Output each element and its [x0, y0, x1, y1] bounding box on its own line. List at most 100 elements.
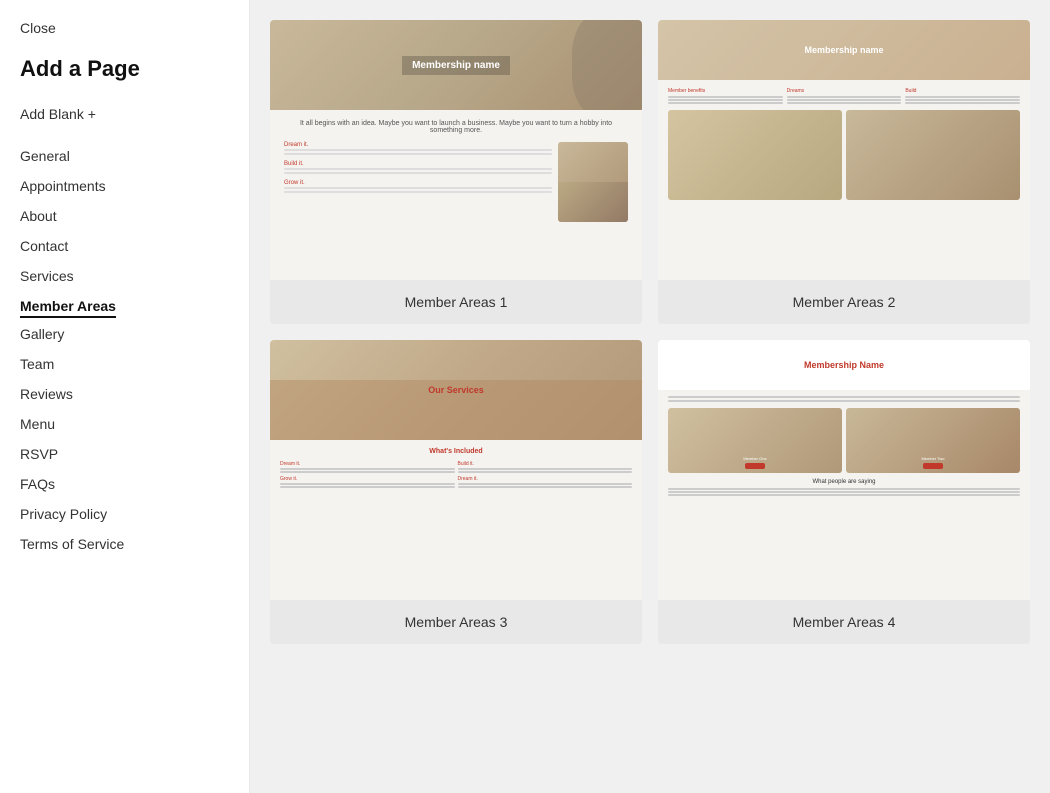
add-blank-button[interactable]: Add Blank + — [20, 106, 229, 122]
preview-2-b1-line3 — [668, 102, 783, 104]
template-card-3[interactable]: Our Services What's Included Dream it. B… — [270, 340, 642, 644]
sidebar-item-reviews[interactable]: Reviews — [20, 380, 229, 408]
preview-2-benefit-3-lines — [905, 96, 1020, 104]
preview-3-gi-3-title: Grow it. — [280, 476, 455, 482]
sidebar-item-contact[interactable]: Contact — [20, 232, 229, 260]
sidebar-link-gallery[interactable]: Gallery — [20, 320, 229, 348]
preview-4-photo-2-name: Member Two — [921, 456, 944, 461]
sidebar-item-privacy-policy[interactable]: Privacy Policy — [20, 500, 229, 528]
sidebar-link-team[interactable]: Team — [20, 350, 229, 378]
preview-1-item-3: Grow it. — [284, 180, 552, 195]
sidebar-link-privacy-policy[interactable]: Privacy Policy — [20, 500, 229, 528]
preview-2-hero-text: Membership name — [804, 45, 883, 55]
sidebar-item-faqs[interactable]: FAQs — [20, 470, 229, 498]
sidebar-link-reviews[interactable]: Reviews — [20, 380, 229, 408]
sidebar-link-contact[interactable]: Contact — [20, 232, 229, 260]
close-button[interactable]: Close — [20, 20, 229, 36]
preview-2-body: Member benefits Dreams — [658, 80, 1030, 280]
preview-2-b2-line3 — [787, 102, 902, 104]
template-card-4[interactable]: Membership Name Member One Member Two — [658, 340, 1030, 644]
preview-2-photo-1 — [668, 110, 842, 200]
sidebar-link-appointments[interactable]: Appointments — [20, 172, 229, 200]
preview-3-grid-item-4: Dream it. — [458, 476, 633, 488]
sidebar-item-menu[interactable]: Menu — [20, 410, 229, 438]
preview-1-item-1: Dream it. — [284, 142, 552, 157]
sidebar-item-services[interactable]: Services — [20, 262, 229, 290]
preview-3-grid: Dream it. Build it. Grow it. — [280, 461, 632, 488]
preview-3-gi-4-line2 — [458, 486, 633, 488]
template-label-1: Member Areas 1 — [270, 280, 642, 324]
preview-4-desc-line2 — [668, 400, 1020, 402]
sidebar-link-menu[interactable]: Menu — [20, 410, 229, 438]
preview-3-grid-item-2: Build it. — [458, 461, 633, 473]
sidebar-link-member-areas[interactable]: Member Areas — [20, 292, 116, 318]
sidebar-link-services[interactable]: Services — [20, 262, 229, 290]
preview-2-benefit-1-title: Member benefits — [668, 88, 783, 94]
preview-1-item-3-title: Grow it. — [284, 180, 552, 186]
preview-4-t-line1 — [668, 488, 1020, 490]
page-title: Add a Page — [20, 56, 229, 82]
sidebar-link-rsvp[interactable]: RSVP — [20, 440, 229, 468]
preview-2-b2-line1 — [787, 96, 902, 98]
preview-4-photos: Member One Member Two — [668, 408, 1020, 473]
preview-1-items-left: Dream it. Build it. Grow it. — [284, 142, 552, 222]
preview-3-hero-text: Our Services — [428, 385, 484, 395]
preview-2-b1-line2 — [668, 99, 783, 101]
sidebar-item-team[interactable]: Team — [20, 350, 229, 378]
preview-3-grid-item-1: Dream it. — [280, 461, 455, 473]
preview-4-photo-2-badge — [923, 463, 943, 469]
page-nav: GeneralAppointmentsAboutContactServicesM… — [20, 142, 229, 560]
sidebar-item-appointments[interactable]: Appointments — [20, 172, 229, 200]
preview-4-desc-line1 — [668, 396, 1020, 398]
preview-1-item-3-desc2 — [284, 191, 552, 193]
preview-3-gi-4-line1 — [458, 483, 633, 485]
preview-4-hero: Membership Name — [658, 340, 1030, 390]
templates-grid: Membership name It all begins with an id… — [270, 20, 1030, 644]
preview-3-body: What's Included Dream it. Build it. — [270, 440, 642, 600]
sidebar-link-general[interactable]: General — [20, 142, 229, 170]
preview-3-gi-1-title: Dream it. — [280, 461, 455, 467]
preview-1-item-3-desc — [284, 187, 552, 189]
sidebar-link-about[interactable]: About — [20, 202, 229, 230]
preview-4-t-line2 — [668, 491, 1020, 493]
sidebar-item-rsvp[interactable]: RSVP — [20, 440, 229, 468]
template-preview-2: Membership name Member benefits — [658, 20, 1030, 280]
sidebar-item-terms-of-service[interactable]: Terms of Service — [20, 530, 229, 558]
preview-3-gi-2-title: Build it. — [458, 461, 633, 467]
preview-1-items: Dream it. Build it. Grow it. — [284, 142, 628, 222]
sidebar-item-member-areas[interactable]: Member Areas — [20, 292, 229, 318]
preview-1-item-2-desc2 — [284, 172, 552, 174]
preview-1-body: It all begins with an idea. Maybe you wa… — [270, 110, 642, 280]
preview-2-benefit-3-title: Build — [905, 88, 1020, 94]
sidebar-link-faqs[interactable]: FAQs — [20, 470, 229, 498]
preview-3-gi-1-line1 — [280, 468, 455, 470]
preview-1-item-1-title: Dream it. — [284, 142, 552, 148]
preview-2-b3-line1 — [905, 96, 1020, 98]
sidebar-item-about[interactable]: About — [20, 202, 229, 230]
sidebar-item-general[interactable]: General — [20, 142, 229, 170]
preview-2-benefit-1-lines — [668, 96, 783, 104]
preview-4-body: Member One Member Two What people are sa… — [658, 390, 1030, 600]
preview-4-photo-1-badge — [745, 463, 765, 469]
preview-4-desc — [668, 396, 1020, 402]
preview-3-hero: Our Services — [270, 340, 642, 440]
preview-4-photo-1-name: Member One — [743, 456, 766, 461]
sidebar: Close Add a Page Add Blank + GeneralAppo… — [0, 0, 250, 793]
preview-1-item-1-desc — [284, 149, 552, 151]
preview-3-section-title: What's Included — [280, 448, 632, 455]
template-card-1[interactable]: Membership name It all begins with an id… — [270, 20, 642, 324]
preview-2-b1-line1 — [668, 96, 783, 98]
preview-2-hero: Membership name — [658, 20, 1030, 80]
sidebar-item-gallery[interactable]: Gallery — [20, 320, 229, 348]
template-preview-1: Membership name It all begins with an id… — [270, 20, 642, 280]
preview-2-benefit-1: Member benefits — [668, 88, 783, 104]
preview-2-benefit-2-lines — [787, 96, 902, 104]
preview-4-testimonial-title: What people are saying — [668, 479, 1020, 485]
preview-1-item-2: Build it. — [284, 161, 552, 176]
preview-2-photos — [668, 110, 1020, 200]
preview-1-hero-text: Membership name — [402, 56, 510, 75]
template-card-2[interactable]: Membership name Member benefits — [658, 20, 1030, 324]
preview-2-benefit-3: Build — [905, 88, 1020, 104]
sidebar-link-terms-of-service[interactable]: Terms of Service — [20, 530, 229, 558]
template-preview-4: Membership Name Member One Member Two — [658, 340, 1030, 600]
